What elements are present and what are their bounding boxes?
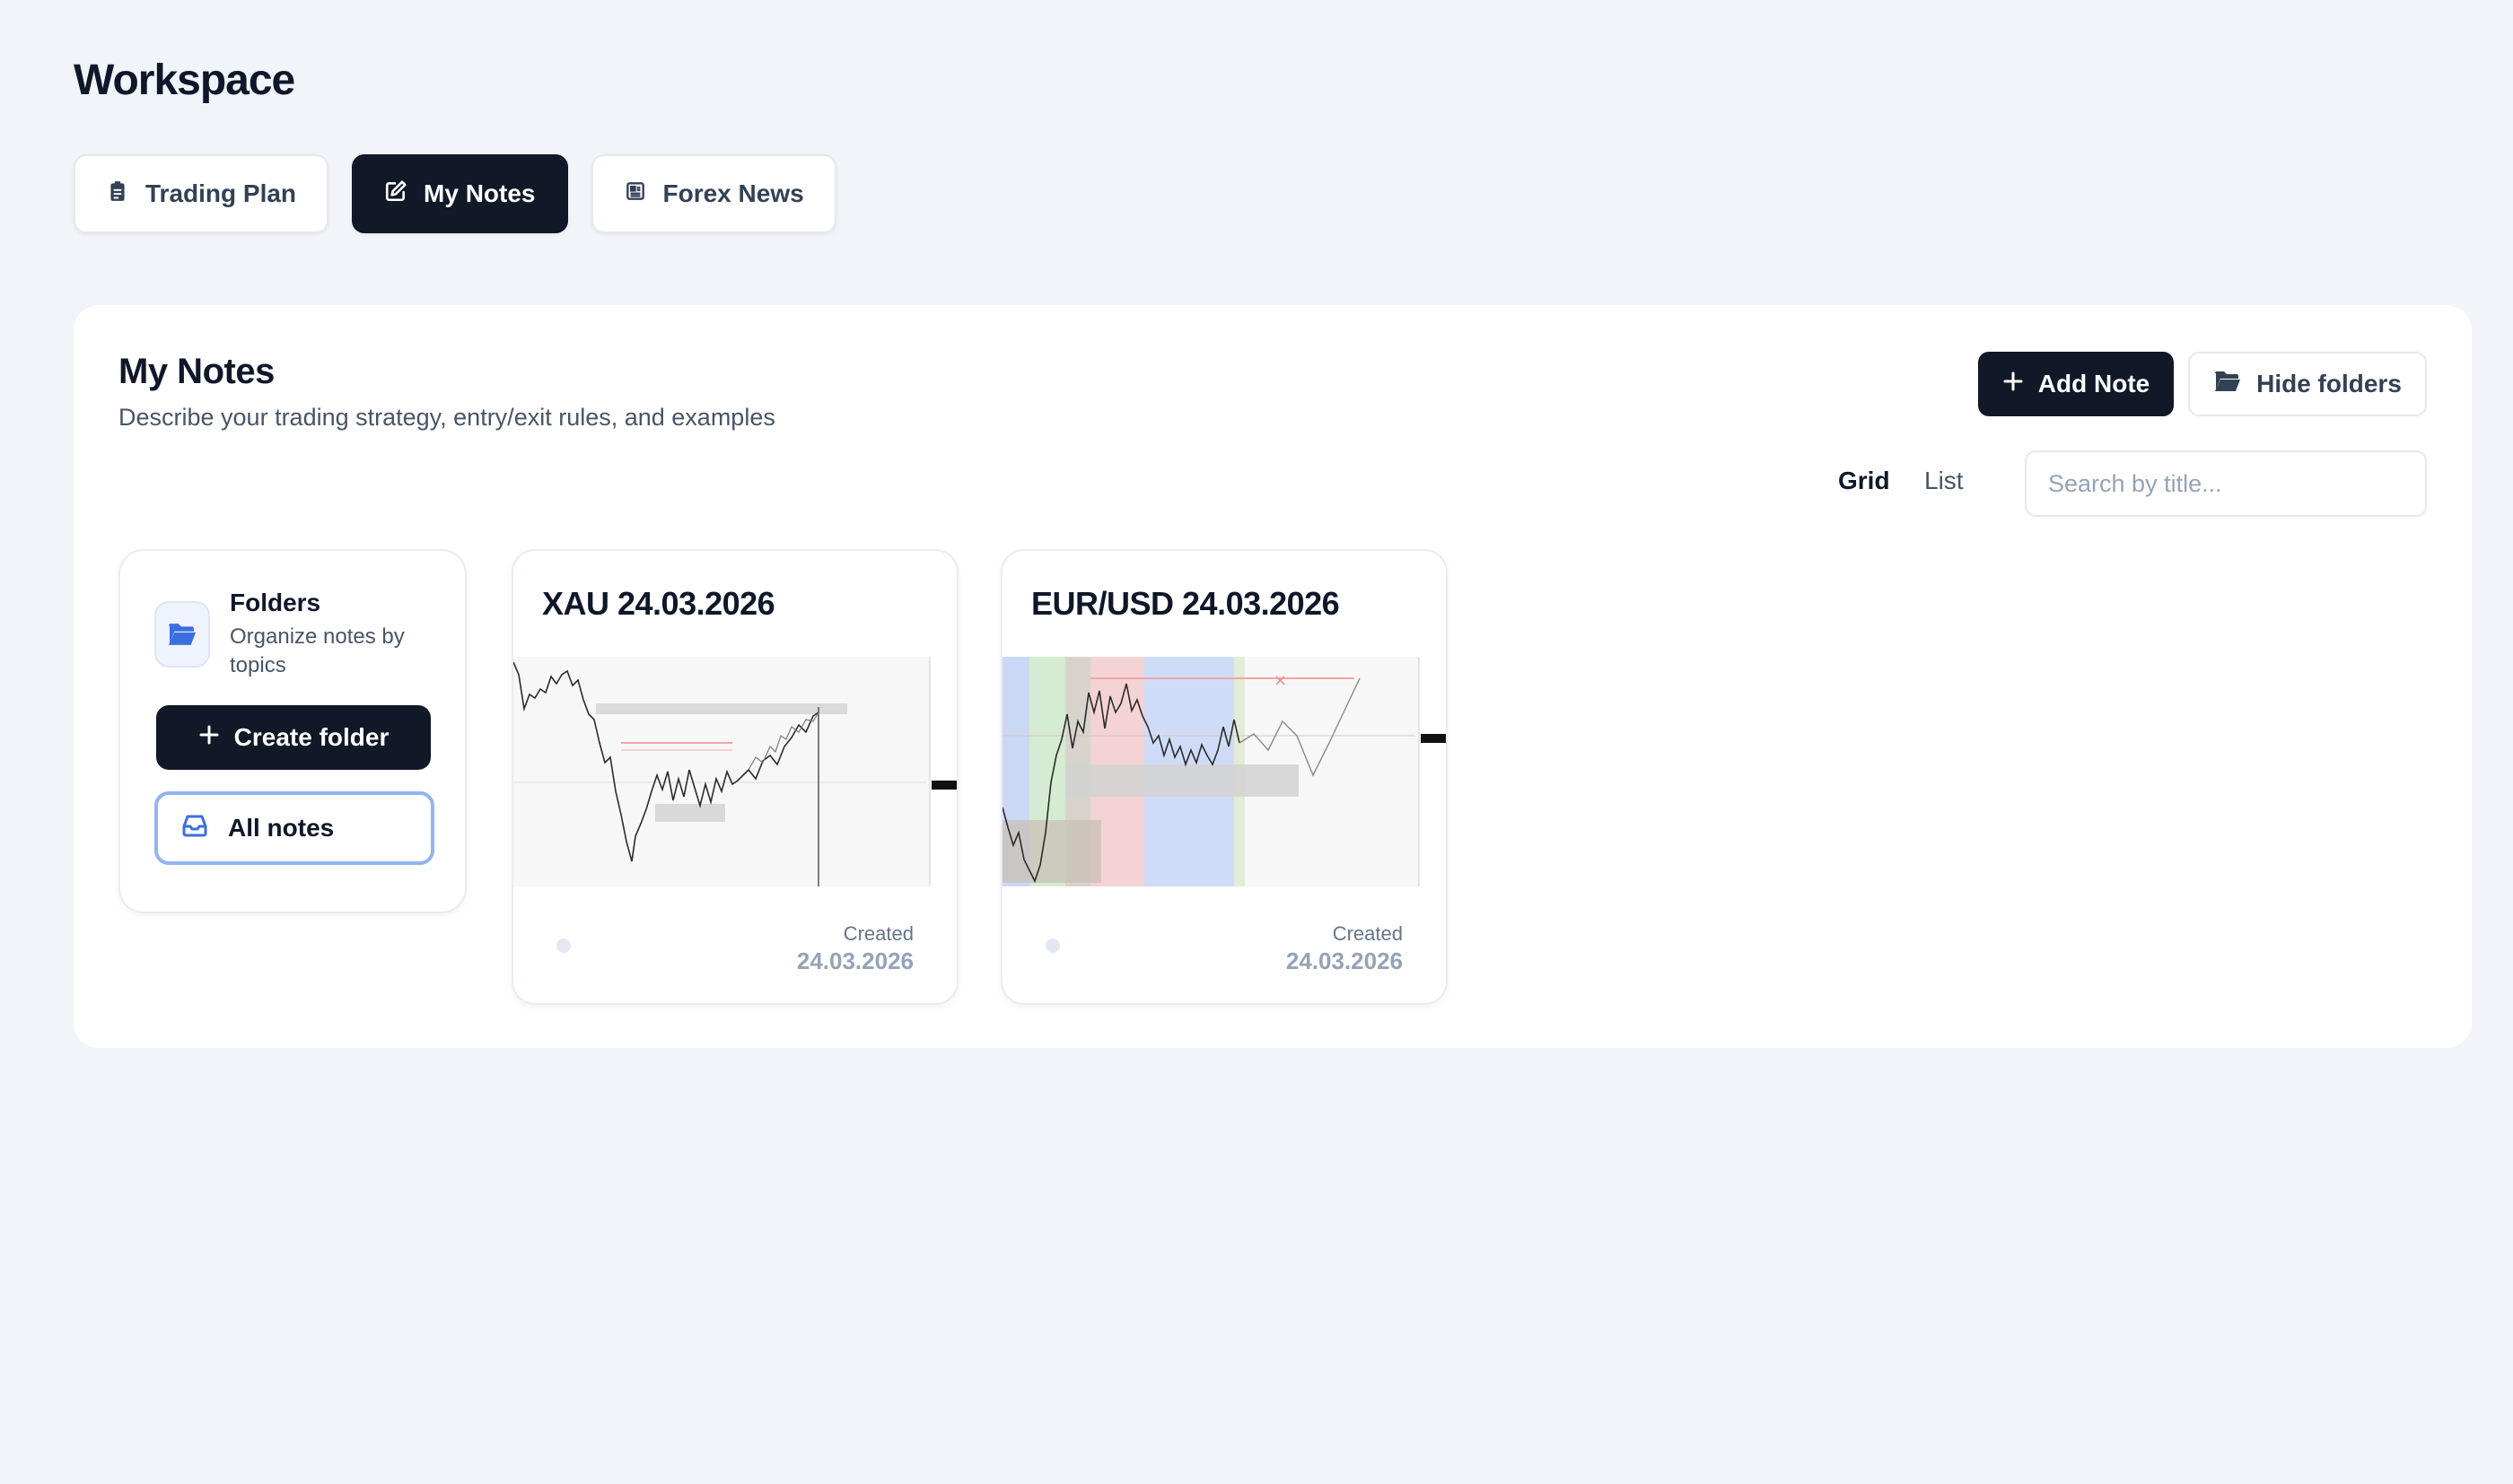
all-notes-folder[interactable]: All notes: [154, 791, 434, 865]
folders-title: Folders: [230, 589, 321, 616]
folders-card: Folders Organize notes by topics Create …: [118, 549, 467, 913]
view-grid-toggle[interactable]: Grid: [1838, 467, 1890, 495]
add-note-label: Add Note: [2037, 370, 2150, 397]
tab-my-notes[interactable]: My Notes: [352, 154, 568, 233]
folder-open-icon: [2213, 370, 2242, 399]
hide-folders-button[interactable]: Hide folders: [2188, 352, 2427, 416]
tab-label: My Notes: [424, 179, 536, 207]
newspaper-icon: [624, 179, 647, 209]
note-created-label: Created: [1332, 922, 1403, 945]
folders-description: Organize notes by topics: [230, 624, 405, 677]
note-status-dot: [1046, 938, 1060, 953]
notes-panel: My Notes Describe your trading strategy,…: [74, 305, 2472, 1048]
clipboard-icon: [106, 179, 129, 209]
tab-label: Forex News: [662, 179, 804, 207]
note-card[interactable]: XAU 24.03.2026 Created 24.03.2026: [512, 549, 959, 1005]
note-card[interactable]: EUR/USD 24.03.2026 × Created 24.03.2026: [1001, 549, 1448, 1005]
svg-text:×: ×: [1274, 671, 1287, 690]
plus-icon: [198, 723, 220, 752]
note-title: EUR/USD 24.03.2026: [1031, 585, 1340, 622]
plus-icon: [2002, 370, 2024, 398]
note-created-date: 24.03.2026: [796, 947, 914, 974]
note-thumbnail: ×: [1003, 657, 1446, 886]
note-title: XAU 24.03.2026: [542, 585, 775, 622]
panel-subtitle: Describe your trading strategy, entry/ex…: [118, 404, 775, 431]
folder-icon: [154, 601, 210, 668]
view-list-toggle[interactable]: List: [1924, 467, 1964, 495]
create-folder-button[interactable]: Create folder: [156, 705, 431, 770]
search-input[interactable]: [2025, 450, 2427, 517]
tab-trading-plan[interactable]: Trading Plan: [74, 154, 329, 233]
page-title: Workspace: [74, 57, 295, 104]
inbox-icon: [181, 813, 208, 844]
note-created-label: Created: [843, 922, 914, 945]
workspace-tabs: Trading Plan My Notes Forex News: [74, 154, 836, 233]
hide-folders-label: Hide folders: [2256, 370, 2402, 397]
note-created-date: 24.03.2026: [1285, 947, 1403, 974]
create-folder-label: Create folder: [233, 723, 390, 751]
note-status-dot: [556, 938, 571, 953]
tab-forex-news[interactable]: Forex News: [591, 154, 836, 233]
add-note-button[interactable]: Add Note: [1978, 352, 2174, 416]
note-thumbnail: [513, 657, 957, 886]
edit-icon: [384, 179, 407, 209]
panel-title: My Notes: [118, 352, 275, 391]
tab-label: Trading Plan: [145, 179, 297, 207]
all-notes-label: All notes: [228, 814, 335, 842]
